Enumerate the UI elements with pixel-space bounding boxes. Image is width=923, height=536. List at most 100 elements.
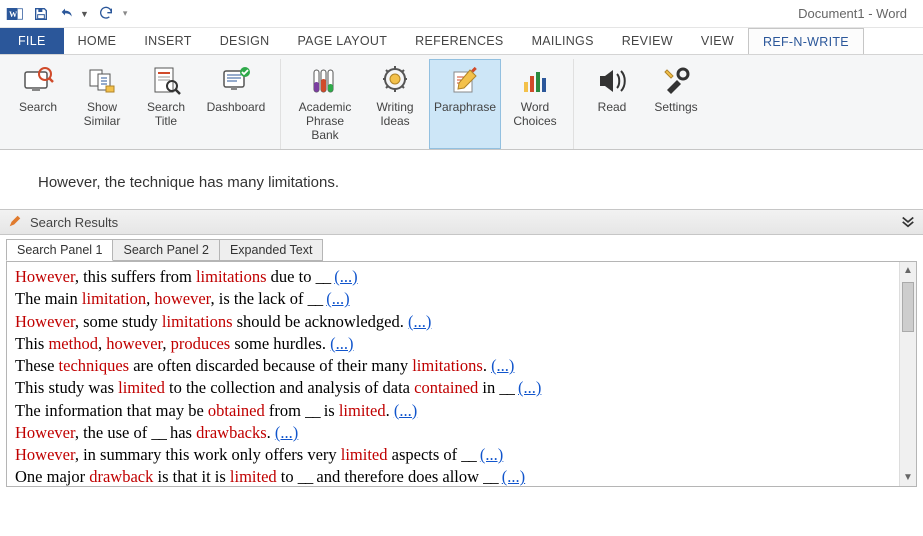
expand-link[interactable]: (...) bbox=[330, 334, 353, 353]
qat-customize-icon[interactable]: ▾ bbox=[123, 8, 128, 19]
tab-page-layout[interactable]: PAGE LAYOUT bbox=[283, 28, 401, 54]
result-line: These techniques are often discarded bec… bbox=[15, 355, 891, 377]
dashboard-button[interactable]: Dashboard bbox=[200, 59, 272, 149]
plain-text: , bbox=[98, 334, 106, 353]
keyword-text: drawback bbox=[89, 467, 153, 486]
keyword-text: However bbox=[15, 423, 75, 442]
expand-link[interactable]: (...) bbox=[518, 378, 541, 397]
keyword-text: drawbacks bbox=[196, 423, 267, 442]
keyword-text: However bbox=[15, 445, 75, 464]
plain-text: from bbox=[265, 401, 305, 420]
blank-placeholder: __ bbox=[298, 467, 313, 486]
tab-ref-n-write[interactable]: REF-N-WRITE bbox=[748, 28, 864, 54]
speaker-icon bbox=[595, 64, 629, 98]
collapse-chevron-icon[interactable] bbox=[901, 214, 915, 231]
expand-link[interactable]: (...) bbox=[408, 312, 431, 331]
word-choices-button[interactable]: Word Choices bbox=[505, 59, 565, 149]
result-line: This study was limited to the collection… bbox=[15, 377, 891, 399]
plain-text: , the use of bbox=[75, 423, 152, 442]
result-line: However, this suffers from limitations d… bbox=[15, 266, 891, 288]
search-results-header[interactable]: Search Results bbox=[0, 209, 923, 235]
tab-expanded-text[interactable]: Expanded Text bbox=[219, 239, 323, 261]
expand-link[interactable]: (...) bbox=[394, 401, 417, 420]
tab-file[interactable]: FILE bbox=[0, 28, 64, 54]
plain-text: should be acknowledged. bbox=[233, 312, 409, 331]
paraphrase-button[interactable]: Paraphrase bbox=[429, 59, 501, 149]
plain-text: and therefore does allow bbox=[312, 467, 483, 486]
input-sentence[interactable]: However, the technique has many limitati… bbox=[0, 150, 923, 209]
tab-view[interactable]: VIEW bbox=[687, 28, 748, 54]
test-tubes-icon bbox=[308, 64, 342, 98]
scroll-up-icon[interactable]: ▲ bbox=[900, 262, 916, 279]
scroll-thumb[interactable] bbox=[902, 282, 914, 332]
window-title: Document1 - Word bbox=[798, 6, 917, 21]
quick-access-toolbar: W ▼ ▾ bbox=[6, 5, 127, 23]
search-device-icon bbox=[21, 64, 55, 98]
undo-icon[interactable] bbox=[58, 5, 76, 23]
academic-phrase-bank-button[interactable]: Academic Phrase Bank bbox=[289, 59, 361, 149]
result-line: However, in summary this work only offer… bbox=[15, 444, 891, 466]
result-line: The main limitation, however, is the lac… bbox=[15, 288, 891, 310]
expand-link[interactable]: (...) bbox=[491, 356, 514, 375]
title-bar: W ▼ ▾ Document1 - Word bbox=[0, 0, 923, 28]
blank-placeholder: __ bbox=[305, 401, 320, 420]
result-line: However, some study limitations should b… bbox=[15, 311, 891, 333]
word-app-icon: W bbox=[6, 5, 24, 23]
results-list: However, this suffers from limitations d… bbox=[7, 262, 899, 486]
plain-text: , is the lack of bbox=[210, 289, 307, 308]
settings-label: Settings bbox=[654, 101, 697, 115]
plain-text: some hurdles. bbox=[230, 334, 330, 353]
tab-design[interactable]: DESIGN bbox=[206, 28, 284, 54]
expand-link[interactable]: (...) bbox=[275, 423, 298, 442]
tab-home[interactable]: HOME bbox=[64, 28, 131, 54]
plain-text: . bbox=[483, 356, 491, 375]
tab-mailings[interactable]: MAILINGS bbox=[518, 28, 608, 54]
tab-search-panel-2[interactable]: Search Panel 2 bbox=[112, 239, 219, 261]
tab-review[interactable]: REVIEW bbox=[608, 28, 687, 54]
search-title-button[interactable]: Search Title bbox=[136, 59, 196, 149]
result-line: However, the use of __ has drawbacks. (.… bbox=[15, 422, 891, 444]
blank-placeholder: __ bbox=[308, 289, 323, 308]
search-button[interactable]: Search bbox=[8, 59, 68, 149]
expand-link[interactable]: (...) bbox=[326, 289, 349, 308]
plain-text: to bbox=[277, 467, 298, 486]
results-panel: However, this suffers from limitations d… bbox=[6, 261, 917, 487]
undo-dropdown-icon[interactable]: ▼ bbox=[80, 9, 89, 19]
blank-placeholder: __ bbox=[461, 445, 476, 464]
save-icon[interactable] bbox=[32, 5, 50, 23]
keyword-text: contained bbox=[414, 378, 478, 397]
keyword-text: However bbox=[15, 312, 75, 331]
result-line: The information that may be obtained fro… bbox=[15, 400, 891, 422]
redo-icon[interactable] bbox=[97, 5, 115, 23]
tab-references[interactable]: REFERENCES bbox=[401, 28, 517, 54]
plain-text: These bbox=[15, 356, 59, 375]
scrollbar[interactable]: ▲ ▼ bbox=[899, 262, 916, 486]
keyword-text: however bbox=[154, 289, 210, 308]
expand-link[interactable]: (...) bbox=[502, 467, 525, 486]
plain-text: to the collection and analysis of data bbox=[165, 378, 414, 397]
paraphrase-label: Paraphrase bbox=[434, 101, 496, 115]
plain-text: is bbox=[320, 401, 339, 420]
writing-ideas-button[interactable]: Writing Ideas bbox=[365, 59, 425, 149]
scroll-down-icon[interactable]: ▼ bbox=[900, 469, 916, 486]
plain-text: The information that may be bbox=[15, 401, 208, 420]
blank-placeholder: __ bbox=[499, 378, 514, 397]
read-label: Read bbox=[598, 101, 627, 115]
keyword-text: limitations bbox=[196, 267, 267, 286]
plain-text: due to bbox=[267, 267, 316, 286]
plain-text: , bbox=[162, 334, 170, 353]
keyword-text: however bbox=[106, 334, 162, 353]
read-button[interactable]: Read bbox=[582, 59, 642, 149]
tab-insert[interactable]: INSERT bbox=[130, 28, 205, 54]
lightbulb-gear-icon bbox=[378, 64, 412, 98]
dashboard-label: Dashboard bbox=[207, 101, 266, 115]
plain-text: are often discarded because of their man… bbox=[129, 356, 412, 375]
tab-search-panel-1[interactable]: Search Panel 1 bbox=[6, 239, 113, 261]
show-similar-button[interactable]: Show Similar bbox=[72, 59, 132, 149]
expand-link[interactable]: (...) bbox=[334, 267, 357, 286]
expand-link[interactable]: (...) bbox=[480, 445, 503, 464]
plain-text: , some study bbox=[75, 312, 162, 331]
keyword-text: limited bbox=[230, 467, 277, 486]
keyword-text: produces bbox=[171, 334, 231, 353]
settings-button[interactable]: Settings bbox=[646, 59, 706, 149]
